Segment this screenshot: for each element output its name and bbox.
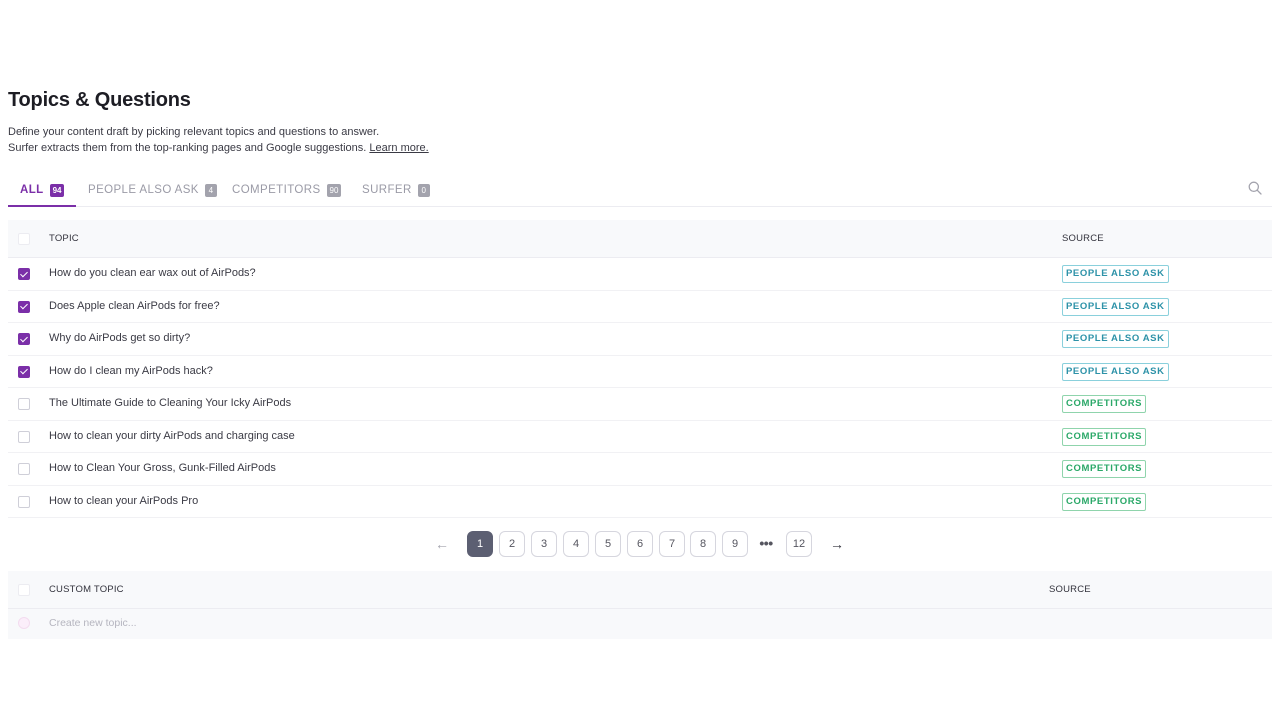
custom-topic-checkbox[interactable] <box>18 617 30 629</box>
tab-competitors-count: 90 <box>326 184 342 197</box>
tab-surfer-label: SURFER <box>362 184 412 196</box>
description-line-2-text: Surfer extracts them from the top-rankin… <box>8 142 367 154</box>
topic-text: How do I clean my AirPods hack? <box>49 364 213 377</box>
learn-more-link[interactable]: Learn more. <box>369 142 428 154</box>
source-badge: COMPETITORS <box>1062 427 1147 446</box>
tab-all-count: 94 <box>49 184 65 197</box>
table-row: How to Clean Your Gross, Gunk-Filled Air… <box>8 453 1272 486</box>
column-custom-topic: CUSTOM TOPIC <box>49 584 124 595</box>
page-12-button[interactable]: 12 <box>786 531 812 557</box>
custom-topic-table: CUSTOM TOPIC SOURCE <box>8 571 1272 639</box>
page-1-button[interactable]: 1 <box>467 531 493 557</box>
source-badge: PEOPLE ALSO ASK <box>1062 297 1169 316</box>
create-topic-input[interactable] <box>49 617 649 629</box>
source-badge: PEOPLE ALSO ASK <box>1062 330 1169 348</box>
page-title: Topics & Questions <box>8 89 191 111</box>
prev-page-button[interactable]: ← <box>432 531 452 557</box>
table-row: How do you clean ear wax out of AirPods?… <box>8 258 1272 291</box>
tab-bar: ALL 94 PEOPLE ALSO ASK 4 COMPETITORS 90 SUR… <box>8 178 1272 207</box>
page-9-button[interactable]: 9 <box>722 531 748 557</box>
row-checkbox[interactable] <box>18 365 30 378</box>
table-row: How to clean your AirPods Pro COMPETITORS <box>8 486 1272 518</box>
pagination-ellipsis: ••• <box>759 535 773 551</box>
row-checkbox[interactable] <box>18 333 30 345</box>
column-source: SOURCE <box>1062 233 1104 244</box>
custom-select-checkbox[interactable] <box>18 584 30 596</box>
source-badge: COMPETITORS <box>1062 492 1147 511</box>
page-3-button[interactable]: 3 <box>531 531 557 557</box>
page-4-button[interactable]: 4 <box>563 531 589 557</box>
row-checkbox[interactable] <box>18 268 30 280</box>
page-2-button[interactable]: 2 <box>499 531 525 557</box>
source-badge: PEOPLE ALSO ASK <box>1062 362 1169 381</box>
next-page-button[interactable]: → <box>827 531 847 557</box>
topic-text: How to clean your AirPods Pro <box>49 494 199 507</box>
tab-surfer[interactable]: SURFER 0 <box>362 178 430 207</box>
tab-people-also-ask[interactable]: PEOPLE ALSO ASK 4 <box>88 178 217 207</box>
tab-people-also-ask-count: 4 <box>204 184 217 197</box>
table-row: Why do AirPods get so dirty? PEOPLE ALSO … <box>8 323 1272 356</box>
column-topic: TOPIC <box>49 233 79 244</box>
row-checkbox[interactable] <box>18 430 30 443</box>
source-badge: COMPETITORS <box>1062 395 1147 413</box>
topic-text: The Ultimate Guide to Cleaning Your Icky… <box>49 397 292 409</box>
topics-table: TOPIC SOURCE How do you clean ear wax ou… <box>8 220 1272 518</box>
page-description: Define your content draft by picking rel… <box>8 124 429 156</box>
table-body: How do you clean ear wax out of AirPods?… <box>8 258 1272 518</box>
table-row: How do I clean my AirPods hack? PEOPLE AL… <box>8 356 1272 388</box>
row-checkbox[interactable] <box>18 495 30 508</box>
tab-competitors-label: COMPETITORS <box>232 184 321 196</box>
topic-text: Does Apple clean AirPods for free? <box>49 299 220 312</box>
row-checkbox[interactable] <box>18 398 30 410</box>
select-all-checkbox[interactable] <box>18 233 30 245</box>
page-7-button[interactable]: 7 <box>659 531 685 557</box>
page-6-button[interactable]: 6 <box>627 531 653 557</box>
custom-topic-header: CUSTOM TOPIC SOURCE <box>8 571 1272 609</box>
page-5-button[interactable]: 5 <box>595 531 621 557</box>
source-badge: COMPETITORS <box>1062 460 1147 478</box>
topic-text: How to Clean Your Gross, Gunk-Filled Air… <box>49 462 276 474</box>
description-line-2: Surfer extracts them from the top-rankin… <box>8 140 429 156</box>
table-row: Does Apple clean AirPods for free? PEOPLE… <box>8 291 1272 323</box>
topic-text: How do you clean ear wax out of AirPods? <box>49 267 256 279</box>
topic-text: How to clean your dirty AirPods and char… <box>49 429 295 442</box>
custom-topic-row <box>8 609 1272 639</box>
description-line-1: Define your content draft by picking rel… <box>8 126 380 138</box>
topic-text: Why do AirPods get so dirty? <box>49 332 191 344</box>
row-checkbox[interactable] <box>18 300 30 313</box>
page-8-button[interactable]: 8 <box>690 531 716 557</box>
search-button[interactable] <box>1248 181 1264 197</box>
row-checkbox[interactable] <box>18 463 30 475</box>
tab-all[interactable]: ALL 94 <box>8 178 76 207</box>
pagination: ← 1 2 3 4 5 6 7 8 9 ••• 12 → <box>0 531 1280 557</box>
tab-people-also-ask-label: PEOPLE ALSO ASK <box>88 184 199 196</box>
source-badge: PEOPLE ALSO ASK <box>1062 265 1169 283</box>
search-icon <box>1248 181 1262 195</box>
column-custom-source: SOURCE <box>1049 584 1091 595</box>
tab-competitors[interactable]: COMPETITORS 90 <box>232 178 342 207</box>
table-row: The Ultimate Guide to Cleaning Your Icky… <box>8 388 1272 421</box>
table-row: How to clean your dirty AirPods and char… <box>8 421 1272 453</box>
tab-surfer-count: 0 <box>417 184 430 197</box>
table-header: TOPIC SOURCE <box>8 220 1272 258</box>
tab-all-label: ALL <box>20 184 44 196</box>
